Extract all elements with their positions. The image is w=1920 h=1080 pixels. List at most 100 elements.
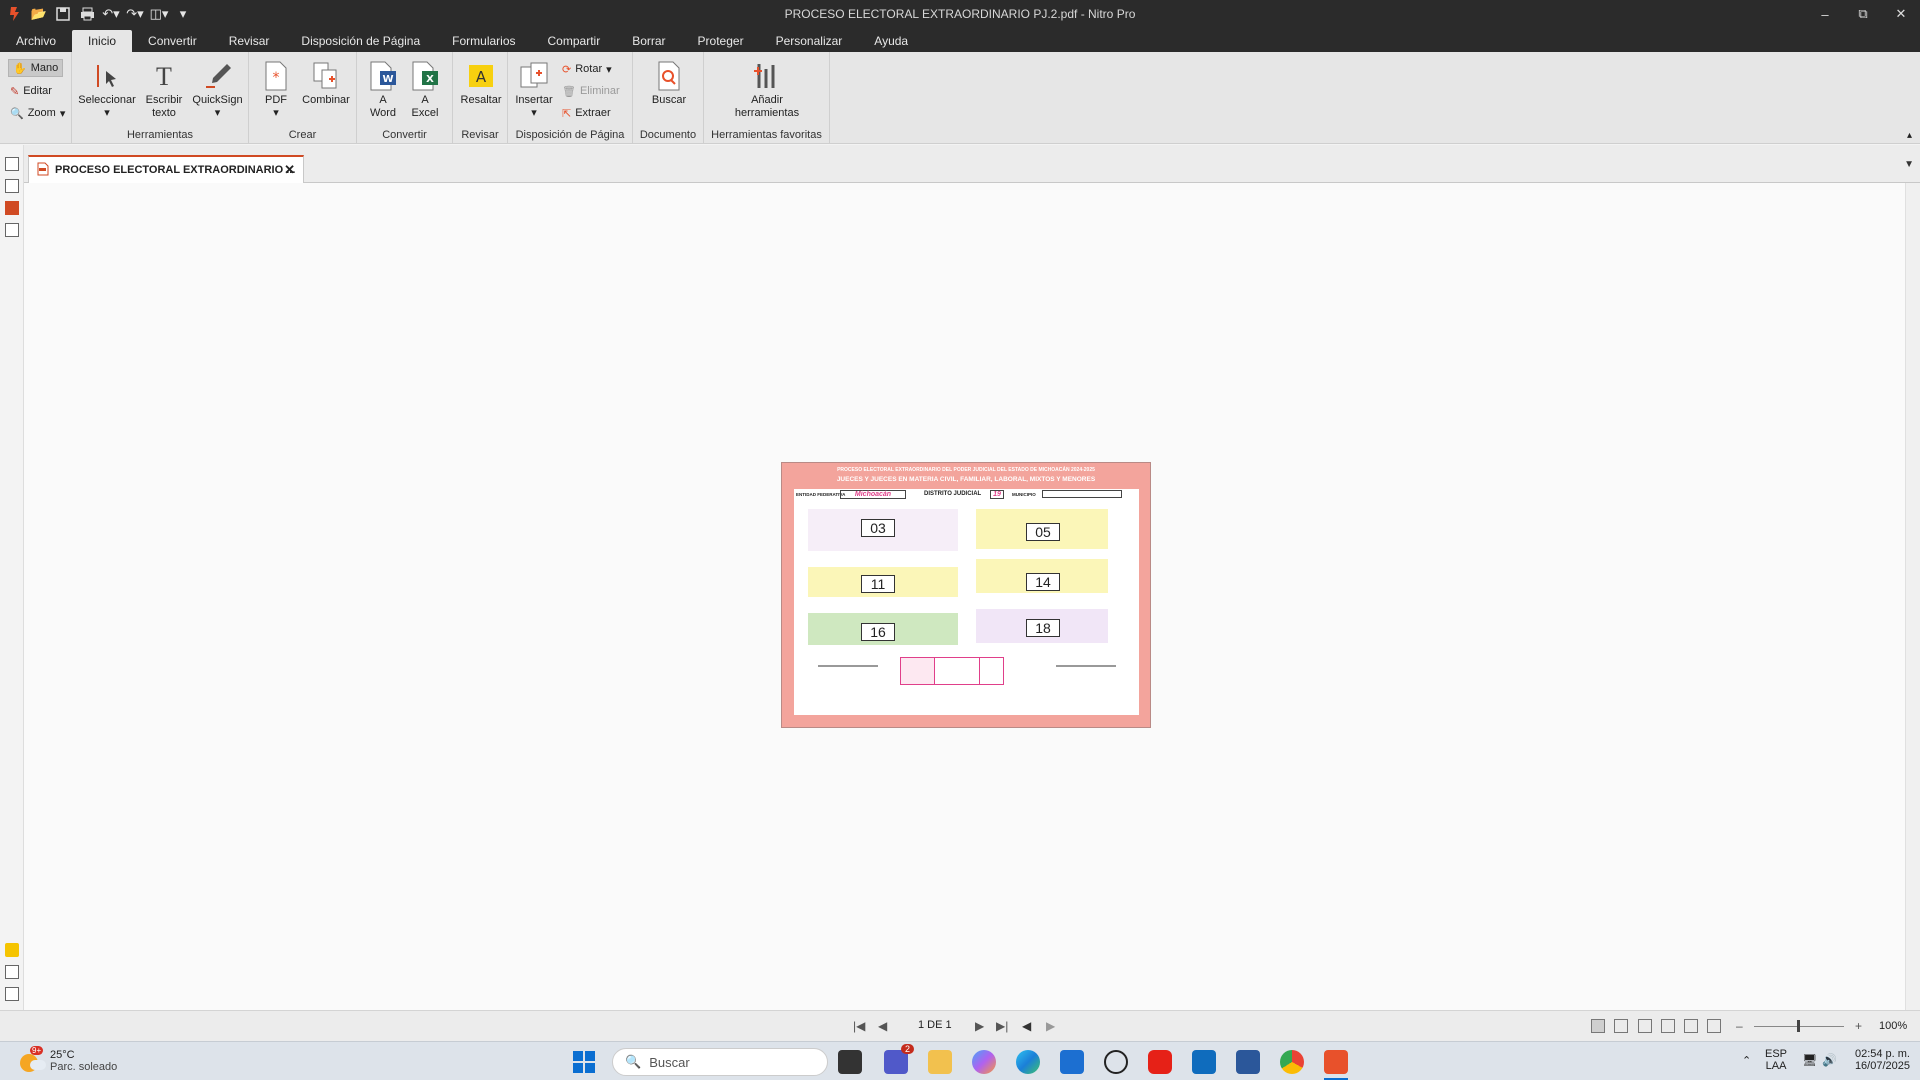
teams-icon[interactable]: 2	[884, 1044, 914, 1074]
store-icon[interactable]	[1060, 1050, 1084, 1074]
collapse-ribbon-icon[interactable]: ▴	[1907, 130, 1912, 141]
fit-page-icon[interactable]	[1707, 1019, 1721, 1033]
facing-view-icon[interactable]	[1638, 1019, 1652, 1033]
minimize-button[interactable]: –	[1806, 0, 1844, 28]
zoom-level[interactable]: 100%	[1879, 1020, 1907, 1032]
weather-widget[interactable]: 9+ 25°C Parc. soleado	[18, 1046, 117, 1074]
youtube-icon[interactable]	[1148, 1050, 1172, 1074]
distrito-label: DISTRITO JUDICIAL	[924, 491, 982, 497]
document-group-label: Documento	[639, 129, 697, 141]
vertical-scrollbar[interactable]	[1905, 183, 1920, 1010]
outlook-icon[interactable]	[1192, 1050, 1216, 1074]
nitro-app-icon[interactable]	[1324, 1050, 1348, 1074]
chevron-up-icon[interactable]: ⌃	[1742, 1054, 1751, 1067]
insert-button[interactable]: Insertar ▾	[514, 60, 554, 120]
taskbar-search[interactable]: 🔍 Buscar	[612, 1048, 828, 1076]
volume-icon[interactable]: 🔊	[1822, 1053, 1837, 1067]
network-icon[interactable]: 🖥	[1802, 1053, 1817, 1067]
print-icon[interactable]	[78, 5, 96, 23]
language-indicator[interactable]: ESP LAA	[1765, 1048, 1787, 1072]
pages-panel-icon[interactable]	[5, 157, 19, 171]
pdf-page[interactable]: PROCESO ELECTORAL EXTRAORDINARIO DEL POD…	[781, 462, 1151, 728]
page-tools-icon[interactable]: ◫▾	[150, 5, 169, 23]
bookmarks-panel-icon[interactable]	[5, 179, 19, 193]
undo-icon[interactable]: ↶▾	[102, 5, 120, 23]
rotate-button[interactable]: ⟳ Rotar ▾	[562, 60, 612, 78]
vote-box-03: 03	[861, 519, 895, 537]
redo-icon[interactable]: ↷▾	[126, 5, 144, 23]
chevron-down-icon: ▾	[214, 107, 221, 119]
document-tab[interactable]: PROCESO ELECTORAL EXTRAORDINARIO ... ✕	[28, 155, 304, 183]
word-app-icon[interactable]	[1236, 1050, 1260, 1074]
to-word-button[interactable]: W A Word	[365, 60, 401, 120]
find-button[interactable]: Buscar	[649, 60, 689, 107]
windows-start-icon[interactable]	[572, 1050, 596, 1074]
tab-ayuda[interactable]: Ayuda	[858, 30, 924, 52]
single-page-view-icon[interactable]	[1591, 1019, 1605, 1033]
restore-button[interactable]: ⧉	[1844, 0, 1882, 28]
page-indicator[interactable]: 1 DE 1	[918, 1019, 952, 1031]
chrome-icon[interactable]	[1280, 1050, 1304, 1074]
zoom-in-icon[interactable]: +	[1855, 1019, 1862, 1033]
zoom-button[interactable]: 🔍 Zoom ▾	[10, 104, 65, 122]
customize-qat-icon[interactable]: ▾	[174, 5, 192, 23]
facing-continuous-view-icon[interactable]	[1661, 1019, 1675, 1033]
security-panel-icon[interactable]	[5, 223, 19, 237]
tab-revisar[interactable]: Revisar	[213, 30, 286, 52]
close-tab-icon[interactable]: ✕	[284, 162, 295, 178]
tab-inicio[interactable]: Inicio	[72, 30, 133, 52]
signatures-panel-icon[interactable]	[5, 965, 19, 979]
next-view-icon[interactable]: ▶	[1046, 1019, 1055, 1033]
tab-convertir[interactable]: Convertir	[132, 30, 213, 52]
tab-list-dropdown-icon[interactable]: ▼	[1904, 159, 1914, 170]
tab-borrar[interactable]: Borrar	[616, 30, 681, 52]
previous-view-icon[interactable]: ◀	[1022, 1019, 1031, 1033]
ribbon-tabs: Archivo Inicio Convertir Revisar Disposi…	[0, 28, 1920, 52]
continuous-view-icon[interactable]	[1614, 1019, 1628, 1033]
extract-button[interactable]: ⇱ Extraer	[562, 104, 611, 122]
tab-personalizar[interactable]: Personalizar	[760, 30, 859, 52]
zoom-out-icon[interactable]: –	[1736, 1019, 1743, 1033]
save-icon[interactable]	[54, 5, 72, 23]
fit-width-icon[interactable]	[1684, 1019, 1698, 1033]
create-pdf-button[interactable]: * PDF ▾	[259, 60, 293, 120]
first-page-icon[interactable]: |◀	[853, 1019, 865, 1033]
edit-mode-button[interactable]: ✎ Editar	[10, 82, 52, 100]
delete-button[interactable]: 🗑 Eliminar	[562, 82, 620, 100]
entidad-value: Michoacán	[840, 490, 906, 499]
clock[interactable]: 02:54 p. m. 16/07/2025	[1840, 1048, 1910, 1072]
highlight-button[interactable]: A Resaltar	[457, 60, 505, 107]
close-button[interactable]: ✕	[1882, 0, 1920, 28]
select-button[interactable]: Seleccionar ▾	[78, 60, 136, 120]
edge-icon[interactable]	[1016, 1050, 1040, 1074]
new-pdf-icon: *	[260, 60, 292, 92]
copilot-icon[interactable]	[972, 1050, 996, 1074]
tab-formularios[interactable]: Formularios	[436, 30, 531, 52]
tools-group-label: Herramientas	[126, 129, 194, 141]
next-page-icon[interactable]: ▶	[975, 1019, 984, 1033]
tab-disposicion[interactable]: Disposición de Página	[285, 30, 436, 52]
tab-compartir[interactable]: Compartir	[532, 30, 617, 52]
attachments-panel-icon[interactable]	[5, 201, 19, 215]
dell-icon[interactable]	[1104, 1050, 1128, 1074]
quicksign-button[interactable]: QuickSign ▾	[190, 60, 245, 120]
tab-archivo[interactable]: Archivo	[0, 30, 72, 52]
ballot-header-2: JUECES Y JUECES EN MATERIA CIVIL, FAMILI…	[836, 476, 1096, 483]
edit-icon: ✎	[10, 85, 20, 98]
open-folder-icon[interactable]: 📂	[30, 5, 48, 23]
tab-proteger[interactable]: Proteger	[682, 30, 760, 52]
zoom-slider-thumb[interactable]	[1797, 1020, 1800, 1032]
add-tools-button[interactable]: Añadir herramientas	[722, 60, 812, 120]
comments-panel-icon[interactable]	[5, 943, 19, 957]
output-panel-icon[interactable]	[5, 987, 19, 1001]
vote-box-05: 05	[1026, 523, 1060, 541]
hand-mode-button[interactable]: ✋ Mano	[8, 59, 64, 77]
task-view-icon[interactable]	[838, 1050, 862, 1074]
previous-page-icon[interactable]: ◀	[878, 1019, 887, 1033]
to-excel-button[interactable]: X A Excel	[407, 60, 443, 120]
type-text-button[interactable]: T Escribir texto	[144, 60, 184, 120]
file-explorer-icon[interactable]	[928, 1050, 952, 1074]
pen-signature-icon	[202, 60, 234, 92]
combine-button[interactable]: Combinar	[299, 60, 353, 107]
last-page-icon[interactable]: ▶|	[996, 1019, 1008, 1033]
